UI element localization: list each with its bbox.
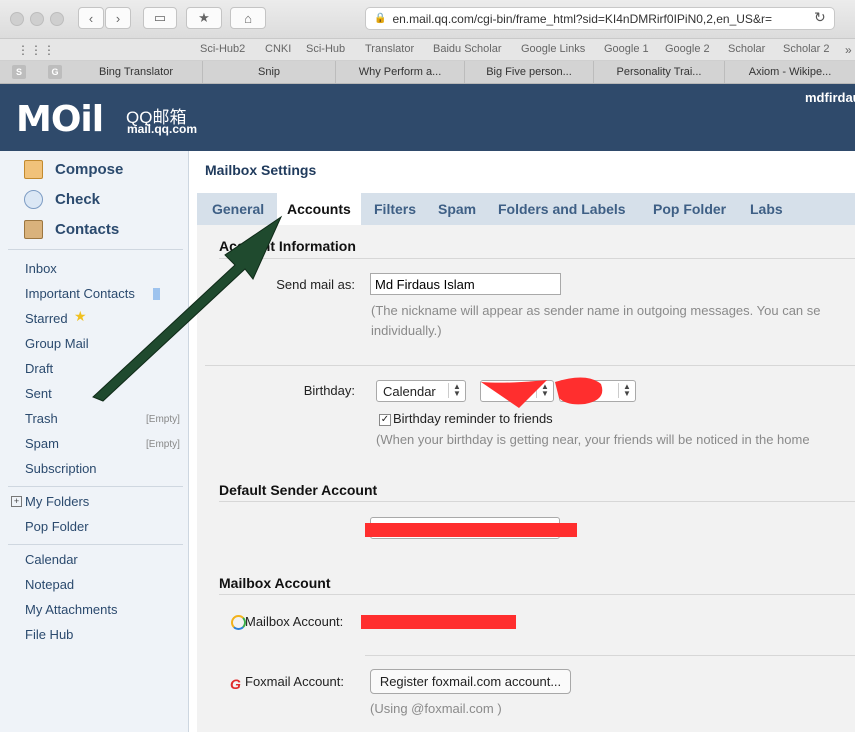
foxmail-account-label: Foxmail Account: [245, 674, 344, 689]
bookmark-link[interactable]: Scholar 2 [783, 43, 829, 55]
divider [8, 544, 183, 545]
bookmark-link[interactable]: CNKI [265, 43, 291, 55]
redaction-bar [365, 523, 577, 537]
tab-filters[interactable]: Filters [374, 193, 416, 225]
send-as-input[interactable] [370, 273, 561, 295]
foxmail-hint: (Using @foxmail.com ) [370, 701, 502, 716]
bookmark-link[interactable]: Google 1 [604, 43, 649, 55]
sidebar-item-spam[interactable]: Spam [25, 436, 59, 451]
bookmark-link[interactable]: Scholar [728, 43, 765, 55]
nickname-hint: (The nickname will appear as sender name… [371, 303, 821, 318]
browser-tab-bar: S G Bing Translator Snip Why Perform a..… [0, 61, 855, 84]
sidebar-item-inbox[interactable]: Inbox [25, 261, 57, 276]
sidebar-item-sent[interactable]: Sent [25, 386, 52, 401]
divider [219, 258, 855, 259]
brand-domain: mail.qq.com [127, 122, 198, 136]
sidebar-item-calendar[interactable]: Calendar [25, 552, 78, 567]
tab-spam[interactable]: Spam [438, 193, 476, 225]
browser-tab[interactable]: Bing Translator [70, 61, 203, 83]
expand-folders-icon[interactable]: + [11, 496, 22, 507]
sidebar-item-subscription[interactable]: Subscription [25, 461, 97, 476]
contacts-icon [24, 219, 43, 239]
empty-trash-link[interactable]: [Empty] [146, 414, 180, 425]
sidebar-item-notepad[interactable]: Notepad [25, 577, 74, 592]
minimize-window-button[interactable] [30, 12, 44, 26]
divider [8, 486, 183, 487]
browser-tab[interactable]: Why Perform a... [336, 61, 465, 83]
bookmark-link[interactable]: Google Links [521, 43, 585, 55]
browser-toolbar: ‹ › ▭ ★ ⌂ 🔒 en.mail.qq.com/cgi-bin/frame… [0, 0, 855, 39]
user-name[interactable]: mdfirdaus [805, 90, 855, 105]
chevron-updown-icon: ▲ ▼ [448, 383, 465, 398]
browser-tab[interactable]: Axiom - Wikipe... [725, 61, 855, 83]
back-button[interactable]: ‹ [78, 7, 104, 29]
pinned-tab-s[interactable]: S [12, 65, 26, 79]
default-sender-heading: Default Sender Account [219, 482, 378, 498]
compose-button[interactable]: Compose [24, 158, 123, 180]
bookmark-icon[interactable]: ★ [186, 7, 222, 29]
forward-button[interactable]: › [105, 7, 131, 29]
address-bar[interactable]: 🔒 en.mail.qq.com/cgi-bin/frame_html?sid=… [365, 7, 835, 30]
bookmark-link[interactable]: Sci-Hub [306, 43, 345, 55]
divider [219, 594, 855, 595]
mail-logo[interactable]: MOil [16, 99, 104, 140]
more-bookmarks-icon[interactable]: » [845, 43, 852, 57]
sidebar-item-file-hub[interactable]: File Hub [25, 627, 73, 642]
compose-label: Compose [55, 160, 124, 178]
bookmark-link[interactable]: Translator [365, 43, 414, 55]
sidebar-toggle-icon[interactable]: ▭ [143, 7, 177, 29]
birthday-calendar-select[interactable]: Calendar ▲ ▼ [376, 380, 466, 402]
divider [205, 365, 855, 366]
sidebar-item-starred[interactable]: Starred [25, 311, 68, 326]
browser-tab[interactable]: Snip [203, 61, 336, 83]
sidebar-item-group-mail[interactable]: Group Mail [25, 336, 89, 351]
mailbox-account-label: Mailbox Account: [245, 614, 344, 629]
zoom-window-button[interactable] [50, 12, 64, 26]
sidebar-item-draft[interactable]: Draft [25, 361, 53, 376]
sidebar-item-trash[interactable]: Trash [25, 411, 58, 426]
tab-labs[interactable]: Labs [750, 193, 783, 225]
settings-tab-bar: General Accounts Filters Spam Folders an… [197, 193, 855, 225]
reload-icon[interactable]: ↻ [814, 9, 826, 26]
empty-spam-link[interactable]: [Empty] [146, 439, 180, 450]
register-foxmail-button[interactable]: Register foxmail.com account... [370, 669, 571, 694]
calendar-value: Calendar [383, 383, 436, 399]
chevron-updown-icon: ▲ ▼ [618, 383, 635, 398]
divider [365, 655, 855, 656]
birthday-hint: (When your birthday is getting near, you… [376, 432, 810, 447]
redaction-scribble [481, 377, 603, 408]
browser-tab[interactable]: Personality Trai... [594, 61, 725, 83]
foxmail-icon: G [230, 676, 241, 692]
pinned-tab-g[interactable]: G [48, 65, 62, 79]
accounts-panel: Account Information Send mail as: (The n… [197, 225, 855, 732]
divider [219, 501, 855, 502]
birthday-reminder-checkbox[interactable]: ✓ [379, 414, 391, 426]
bookmark-link[interactable]: Google 2 [665, 43, 710, 55]
sidebar-item-pop-folder[interactable]: Pop Folder [25, 519, 89, 534]
redaction-bar [361, 615, 516, 629]
close-window-button[interactable] [10, 12, 24, 26]
apps-grid-icon[interactable]: ⋮⋮⋮ [17, 43, 56, 57]
lock-icon: 🔒 [374, 13, 387, 24]
sidebar-item-my-attachments[interactable]: My Attachments [25, 602, 117, 617]
mailbox-account-heading: Mailbox Account [219, 575, 331, 591]
compose-icon [24, 159, 43, 179]
url-text: en.mail.qq.com/cgi-bin/frame_html?sid=KI… [392, 11, 772, 26]
bookmark-link[interactable]: Sci-Hub2 [200, 43, 245, 55]
mail-header: MOil QQ邮箱 mail.qq.com mdfirdaus [0, 84, 855, 151]
bookmark-link[interactable]: Baidu Scholar [433, 43, 502, 55]
birthday-reminder-label: Birthday reminder to friends [393, 411, 553, 426]
qq-mail-icon [231, 615, 246, 630]
envelope-icon [24, 189, 43, 209]
bookmarks-bar: ⋮⋮⋮ Sci-Hub2 CNKI Sci-Hub Translator Bai… [0, 39, 855, 61]
home-icon[interactable]: ⌂ [230, 7, 266, 29]
browser-tab[interactable]: Big Five person... [465, 61, 594, 83]
sidebar-item-my-folders[interactable]: My Folders [25, 494, 89, 509]
page-title: Mailbox Settings [205, 162, 317, 178]
tab-folders-and-labels[interactable]: Folders and Labels [498, 193, 626, 225]
tab-pop-folder[interactable]: Pop Folder [653, 193, 726, 225]
nickname-hint-cont: individually.) [371, 323, 442, 338]
annotation-arrow [92, 215, 283, 402]
